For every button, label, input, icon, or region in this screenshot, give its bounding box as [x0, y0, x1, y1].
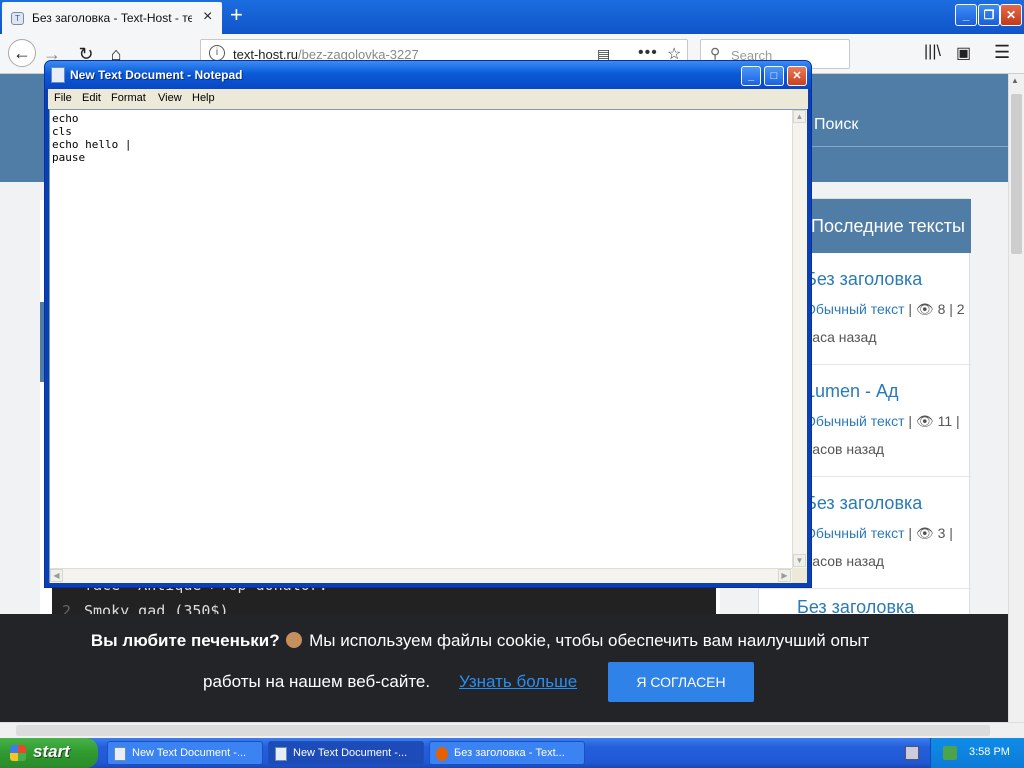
scroll-up-arrow-icon[interactable]: ▲ [1011, 76, 1019, 85]
cookie-message-line2: работы на нашем веб-сайте. [203, 672, 431, 691]
close-tab-icon[interactable]: × [203, 8, 212, 26]
header-divider [812, 146, 1008, 147]
resize-grip-icon[interactable] [792, 568, 807, 583]
page-horizontal-scrollbar[interactable] [0, 722, 1024, 738]
scroll-left-arrow-icon[interactable]: ◀ [50, 569, 63, 582]
notepad-content[interactable]: echo cls echo hello | pause [52, 112, 131, 164]
site-info-icon[interactable]: i [209, 45, 225, 61]
taskbar-item-notepad-2[interactable]: New Text Document -... [268, 741, 424, 765]
notepad-window: New Text Document - Notepad _ □ ✕ File E… [44, 60, 812, 588]
taskbar-item-firefox[interactable]: Без заголовка - Text... [429, 741, 585, 765]
notepad-minimize-button[interactable]: _ [741, 66, 761, 86]
network-icon[interactable] [943, 746, 957, 760]
notepad-menu-bar: File Edit Format View Help [48, 89, 808, 109]
recent-text-title[interactable]: Без заголовка [805, 269, 922, 290]
recent-text-meta: Обычный текст | 👁 8 | 2 [805, 301, 965, 318]
view-count: | 👁 11 | [908, 413, 960, 429]
tab-title: Без заголовка - Text-Host - текс [32, 11, 192, 25]
taskbar-item-notepad-1[interactable]: New Text Document -... [107, 741, 263, 765]
menu-edit[interactable]: Edit [82, 92, 101, 104]
text-type-link[interactable]: Обычный текст [805, 301, 905, 317]
taskbar-item-label: Без заголовка - Text... [454, 747, 565, 759]
browser-tab-bar: T Без заголовка - Text-Host - текс × + _… [0, 0, 1024, 34]
recent-text-title[interactable]: Lumen - Ад [805, 381, 899, 402]
system-tray: 3:58 PM [905, 738, 1024, 768]
notepad-icon [51, 67, 65, 83]
taskbar: start New Text Document -... New Text Do… [0, 738, 1024, 768]
start-label: start [33, 742, 70, 761]
page-vertical-scrollbar[interactable]: ▲ [1008, 74, 1024, 722]
menu-file[interactable]: File [54, 92, 72, 104]
scroll-thumb[interactable] [1011, 94, 1022, 254]
scroll-down-arrow-icon[interactable]: ▼ [793, 554, 806, 567]
cookie-banner: Вы любите печеньки? Мы используем файлы … [0, 614, 1008, 722]
cookie-message: Вы любите печеньки? Мы используем файлы … [0, 631, 960, 651]
start-button[interactable]: start [0, 738, 98, 768]
sidebar-title: Последние тексты [811, 216, 965, 236]
menu-help[interactable]: Help [192, 92, 215, 104]
cookie-message-text: Мы используем файлы cookie, чтобы обеспе… [304, 631, 870, 650]
recent-text-time: часов назад [805, 553, 885, 569]
taskbar-item-label: New Text Document -... [293, 747, 408, 759]
sidebar-icon[interactable]: ▣ [956, 43, 971, 63]
back-arrow-icon[interactable]: ← [8, 39, 36, 67]
view-count: | 👁 3 | [908, 525, 953, 541]
notepad-text-area[interactable]: echo cls echo hello | pause ▲ ▼ ◀ ▶ [49, 109, 807, 583]
header-search-link[interactable]: Поиск [814, 116, 858, 134]
scroll-up-arrow-icon[interactable]: ▲ [793, 110, 806, 123]
notepad-maximize-button[interactable]: □ [764, 66, 784, 86]
notepad-icon [114, 747, 126, 761]
recent-text-time: часа назад [805, 329, 877, 345]
taskbar-item-label: New Text Document -... [132, 747, 247, 759]
notepad-title: New Text Document - Notepad [70, 68, 243, 82]
windows-logo-icon [10, 745, 26, 761]
recent-text-meta: Обычный текст | 👁 11 | [805, 413, 960, 430]
new-tab-button[interactable]: + [230, 2, 243, 28]
accept-cookies-button[interactable]: Я СОГЛАСЕН [608, 662, 754, 702]
scroll-thumb[interactable] [16, 725, 990, 736]
text-type-link[interactable]: Обычный текст [805, 525, 905, 541]
recent-text-meta: Обычный текст | 👁 3 | [805, 525, 953, 542]
recent-text-title[interactable]: Без заголовка [805, 493, 922, 514]
learn-more-link[interactable]: Узнать больше [459, 672, 577, 692]
browser-minimize-button[interactable]: _ [955, 4, 977, 26]
menu-format[interactable]: Format [111, 92, 146, 104]
clock[interactable]: 3:58 PM [969, 746, 1010, 758]
tab-favicon-icon: T [11, 12, 24, 25]
vertical-scrollbar[interactable]: ▲ ▼ [792, 110, 807, 568]
cookie-emoji-icon [286, 632, 303, 648]
firefox-icon [436, 747, 448, 761]
notepad-close-button[interactable]: ✕ [787, 66, 807, 86]
browser-restore-button[interactable]: ❐ [978, 4, 1000, 26]
browser-close-button[interactable]: ✕ [1000, 4, 1022, 26]
text-type-link[interactable]: Обычный текст [805, 413, 905, 429]
menu-view[interactable]: View [158, 92, 182, 104]
browser-tab[interactable]: T Без заголовка - Text-Host - текс × [2, 2, 222, 34]
scroll-right-arrow-icon[interactable]: ▶ [778, 569, 791, 582]
horizontal-scrollbar[interactable]: ◀ ▶ [50, 568, 792, 583]
library-icon[interactable]: |||\ [924, 43, 941, 61]
notepad-icon [275, 747, 287, 761]
hamburger-menu-icon[interactable]: ☰ [994, 42, 1010, 63]
recent-text-time: часов назад [805, 441, 885, 457]
notepad-title-bar[interactable]: New Text Document - Notepad _ □ ✕ [45, 61, 811, 89]
cookie-question: Вы любите печеньки? [90, 631, 280, 650]
keyboard-icon[interactable] [905, 746, 919, 760]
view-count: | 👁 8 | 2 [908, 301, 965, 317]
